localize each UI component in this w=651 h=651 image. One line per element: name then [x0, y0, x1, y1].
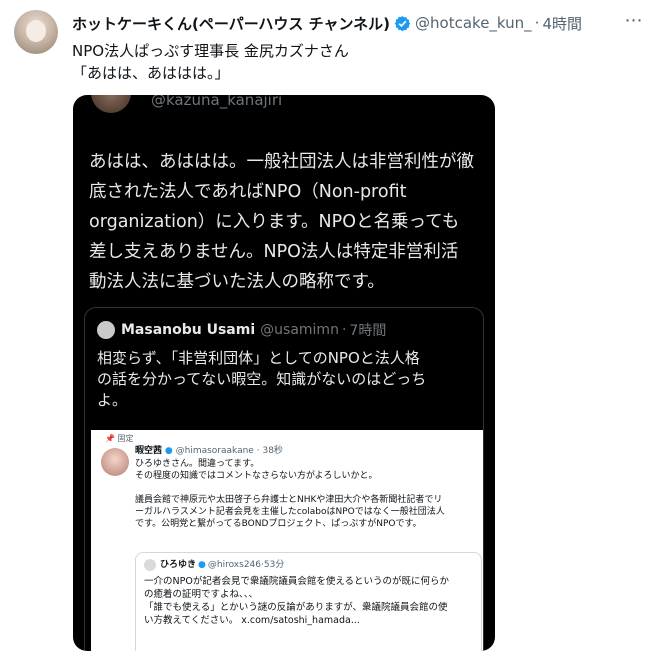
post-text-line: NPO法人ぱっぷす理事長 金尻カズナさん [72, 42, 349, 60]
quoted-post: Masanobu Usami @usamimn · 7時間 相変らず、「非営利団… [84, 307, 484, 651]
screenshot-text-line [135, 482, 445, 494]
quoted-post-header: Masanobu Usami @usamimn · 7時間 [97, 320, 386, 340]
verified-badge-icon[interactable] [394, 15, 411, 32]
verified-badge-icon: ● [198, 560, 206, 570]
screenshot-quoted-name: ひろゆき [160, 560, 197, 570]
quoted-time: 7時間 [349, 323, 387, 339]
screenshot-quoted-header: ひろゆき ● @hiroxs246 · 53分 [144, 559, 284, 571]
more-options-icon[interactable]: ⋯ [623, 10, 645, 31]
quoted-text-line: の話を分かってない暇空。知識がないのはどっち [97, 370, 427, 388]
quoted-text-line: 相変らず、「非営利団体」としてのNPOと法人格 [97, 349, 420, 367]
screenshot-text-line: 議員会館で神原元や太田啓子ら弁護士とNHKや津田大介や各新聞社記者でリ [135, 495, 443, 505]
separator-dot: · [534, 14, 540, 32]
media-body-line: 動法人法に基づいた法人の略称です。 [89, 272, 385, 292]
screenshot-quoted-line: い方教えてください。 x.com/satoshi_hamada... [144, 615, 360, 626]
media-avatar [91, 95, 131, 113]
screenshot-avatar [101, 448, 129, 476]
post-time[interactable]: 4時間 [542, 13, 582, 34]
verified-badge-icon: ● [164, 446, 173, 456]
screenshot-text-line: ひろゆきさん。間違ってます。 [135, 459, 260, 469]
handle[interactable]: @hotcake_kun_ [415, 14, 532, 32]
display-name[interactable]: ホットケーキくん(ペーパーハウス チャンネル) [72, 13, 390, 34]
pin-icon: 📌 [105, 434, 115, 443]
screenshot-quoted-line: の癒着の証明ですよね、、、 [144, 589, 259, 600]
pinned-label: 固定 [117, 434, 134, 443]
screenshot-text: ひろゆきさん。間違ってます。 その程度の知識ではコメントなさらない方がよろしいか… [135, 458, 445, 530]
quoted-display-name: Masanobu Usami [121, 322, 256, 338]
media-handle: @kazuna_kanajiri [151, 95, 283, 109]
quoted-avatar [97, 321, 115, 339]
screenshot-header: 暇空茜 ● @himasoraakane · 38秒 [135, 445, 283, 457]
screenshot-quoted-text: 一介のNPOが記者会見で衆議院議員会館を使えるというのが既に何らか の癒着の証明… [144, 575, 449, 627]
post-header: ホットケーキくん(ペーパーハウス チャンネル) @hotcake_kun_ · … [72, 12, 641, 34]
screenshot-quoted-avatar [144, 559, 156, 571]
media-body-line: organization）に入ります。NPOと名乗っても [89, 212, 460, 232]
screenshot-quoted-post: ひろゆき ● @hiroxs246 · 53分 一介のNPOが記者会見で衆議院議… [135, 552, 482, 651]
screenshot-quoted-time: 53分 [263, 560, 285, 570]
screenshot-quoted-line: 「誰でも使える」とかいう謎の反論がありますが、衆議院議員会館の使 [144, 602, 448, 613]
author-avatar[interactable] [14, 10, 58, 54]
screenshot-quoted-handle: @hiroxs246 [207, 560, 262, 570]
post-media-image[interactable]: @kazuna_kanajiri あはは、あははは。一般社団法人は非営利性が徹 … [73, 95, 495, 651]
embedded-screenshot: 📌 固定 暇空茜 ● @himasoraakane · 38秒 ひろゆきさん。間… [91, 430, 483, 651]
screenshot-display-name: 暇空茜 [135, 446, 163, 456]
quoted-text-line: よ。 [97, 391, 128, 409]
screenshot-text-line: その程度の知識ではコメントなさらない方がよろしいかと。 [135, 471, 378, 481]
screenshot-text-line: ーガルハラスメント記者会見を主催したcolaboはNPOではなく一般社団法人 [135, 507, 445, 517]
screenshot-handle: @himasoraakane [175, 446, 254, 456]
screenshot-time: 38秒 [262, 446, 283, 456]
media-body-line: 底された法人であればNPO（Non-profit [89, 182, 407, 202]
screenshot-text-line: です。公明党と繋がってるBONDプロジェクト、ぱっぷすがNPOです。 [135, 519, 422, 529]
media-body-line: あはは、あははは。一般社団法人は非営利性が徹 [89, 152, 474, 172]
quoted-handle: @usamimn [260, 322, 339, 338]
quoted-post-text: 相変らず、「非営利団体」としてのNPOと法人格 の話を分かってない暇空。知識がな… [97, 348, 477, 411]
pinned-row: 📌 固定 [105, 433, 134, 445]
screenshot-quoted-line: 一介のNPOが記者会見で衆議院議員会館を使えるというのが既に何らか [144, 576, 450, 587]
media-body-line: 差し支えありません。NPO法人は特定非営利活 [89, 242, 459, 262]
separator-dot: · [341, 322, 347, 338]
separator-dot: · [256, 446, 260, 456]
post-text: NPO法人ぱっぷす理事長 金尻カズナさん 「あはは、あははは。」 [72, 40, 349, 84]
post-text-line: 「あはは、あははは。」 [72, 64, 230, 82]
media-body-text: あはは、あははは。一般社団法人は非営利性が徹 底された法人であればNPO（Non… [89, 147, 484, 297]
